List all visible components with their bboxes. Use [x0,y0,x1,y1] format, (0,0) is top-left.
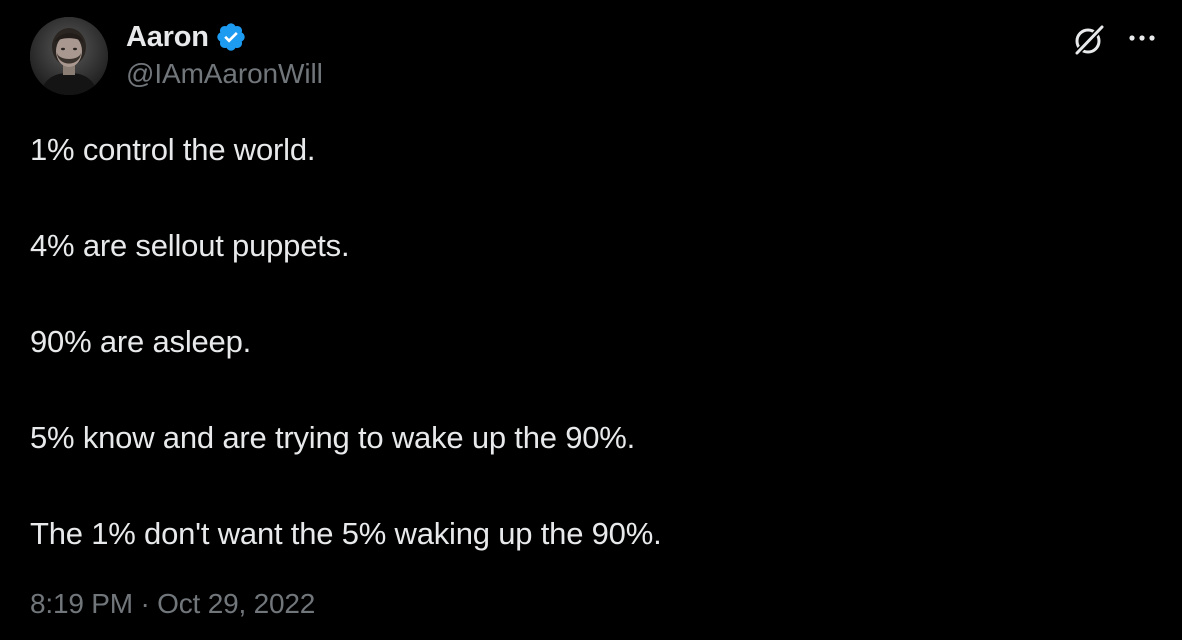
tweet-line: 4% are sellout puppets. [30,228,350,263]
grok-icon[interactable] [1071,22,1107,58]
tweet-text: 1% control the world. 4% are sellout pup… [30,126,1150,558]
tweet-line: 90% are asleep. [30,324,252,359]
display-name[interactable]: Aaron [126,21,209,54]
tweet-timestamp[interactable]: 8:19 PM · Oct 29, 2022 [30,588,315,620]
tweet-line: 5% know and are trying to wake up the 90… [30,420,636,455]
user-handle[interactable]: @IAmAaronWill [126,58,323,90]
tweet-line: 1% control the world. [30,132,316,167]
avatar[interactable] [30,17,108,95]
tweet-line: The 1% don't want the 5% waking up the 9… [30,516,662,551]
avatar-image [30,17,108,95]
more-icon[interactable] [1124,26,1160,50]
tweet: Aaron @IAmAaronWill 1% control the world… [0,0,1182,640]
name-row: Aaron [126,18,247,56]
verified-badge-icon [217,23,245,51]
